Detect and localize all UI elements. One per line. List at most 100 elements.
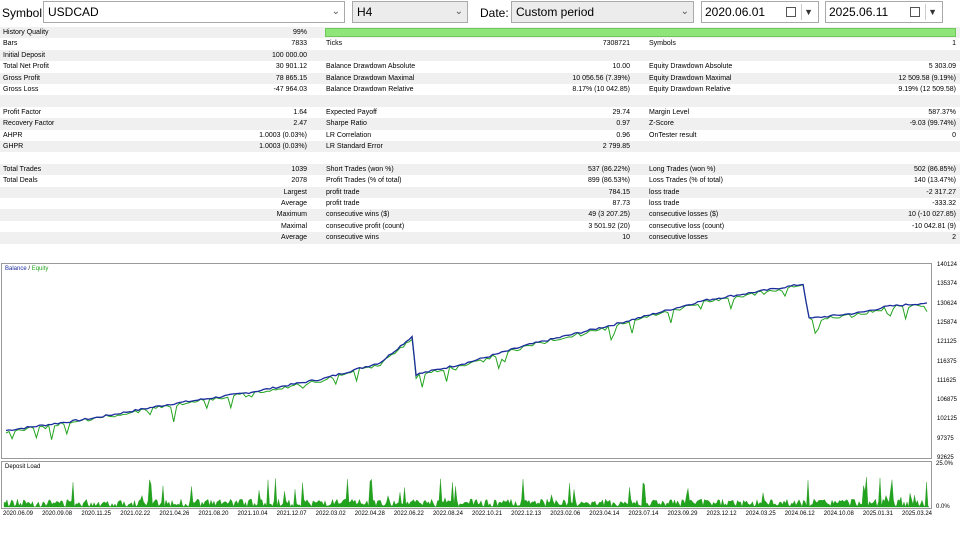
stats-row: [0, 152, 960, 163]
balance-y-tick: 140124: [937, 262, 958, 268]
stat-value: 12 509.58 (9.19%): [898, 74, 956, 82]
stat-label: Profit Factor: [3, 108, 42, 116]
stat-value: 30 901.12: [275, 63, 307, 71]
x-tick-label: 2021.10.04: [237, 511, 268, 517]
calendar-icon[interactable]: [910, 7, 920, 17]
x-tick-label: 2023.09.29: [667, 511, 698, 517]
balance-y-tick: 135374: [937, 281, 958, 288]
symbol-select[interactable]: USDCAD ⌄: [43, 1, 345, 23]
stat-label: Gross Loss: [3, 86, 39, 93]
dropdown-arrow-icon[interactable]: ▼: [804, 2, 813, 22]
stat-label: Balance Drawdown Maximal: [326, 74, 415, 82]
stats-row: Maximum consecutive wins ($) 49 (3 207.25)…: [0, 209, 960, 221]
date-label: Date:: [480, 6, 509, 20]
stat-label: Expected Payoff: [326, 108, 377, 116]
x-tick-label: 2022.04.28: [354, 511, 385, 517]
stat-value: 0.96: [616, 131, 630, 139]
stat-value: 87.73: [612, 200, 630, 207]
stat-label: Gross Profit: [3, 74, 40, 82]
chevron-down-icon: ⌄: [680, 6, 689, 17]
deposit-y-tick-max: 25.0%: [936, 461, 954, 467]
x-tick-label: 2025.01.31: [862, 511, 893, 517]
balance-y-tick: 111625: [937, 377, 957, 384]
stat-value: 2.47: [293, 120, 307, 128]
stat-label: loss trade: [649, 188, 680, 196]
x-tick-label: 2023.02.06: [550, 511, 581, 517]
chevron-down-icon: ⌄: [331, 6, 340, 17]
balance-y-tick: 121125: [937, 339, 957, 346]
stat-label: consecutive losses ($): [649, 211, 719, 219]
date-from-picker[interactable]: 2020.06.01 ▼: [701, 1, 819, 23]
chevron-down-icon: ⌄: [454, 6, 463, 17]
x-tick-label: 2024.06.12: [784, 511, 815, 517]
stats-row: Total Deals 2078 Profit Trades (% of total…: [0, 175, 960, 186]
stat-value: -10 042.81 (9): [912, 222, 956, 230]
symbol-value: USDCAD: [48, 5, 99, 19]
date-to-picker[interactable]: 2025.06.11 ▼: [825, 1, 943, 23]
stat-label: Equity Drawdown Maximal: [649, 74, 732, 82]
stat-label: Recovery Factor: [3, 120, 55, 128]
stat-label: Symbols: [649, 40, 676, 48]
stat-label: Total Net Profit: [3, 63, 49, 71]
calendar-icon[interactable]: [786, 7, 796, 17]
deposit-load-plot: [3, 477, 930, 508]
x-tick-label: 2021.08.20: [198, 511, 229, 517]
balance-y-tick: 116375: [937, 358, 957, 365]
stat-value: 1.0003 (0.03%): [259, 143, 307, 150]
balance-y-tick: 106875: [937, 397, 958, 404]
stat-value: 2: [952, 234, 956, 242]
stat-value: 1.64: [293, 108, 307, 116]
stat-label: GHPR: [3, 143, 24, 150]
stat-value: Largest: [283, 188, 307, 196]
stat-label: Z-Score: [649, 120, 674, 128]
stat-value: 7308721: [602, 40, 630, 48]
stat-label: AHPR: [3, 131, 23, 139]
x-tick-label: 2020.09.08: [42, 511, 73, 517]
x-tick-label: 2020.11.25: [81, 511, 111, 517]
stat-label: Total Trades: [3, 165, 42, 173]
history-quality-label: History Quality: [3, 29, 49, 36]
stat-label: Total Deals: [3, 177, 38, 185]
stat-value: 10 (-10 027.85): [908, 211, 956, 219]
timeframe-value: H4: [357, 5, 373, 19]
stat-value: Maximum: [276, 211, 307, 219]
stat-value: 78 865.15: [275, 74, 307, 82]
stat-value: 784.15: [608, 188, 630, 196]
stat-label: profit trade: [326, 188, 360, 196]
stats-row: Gross Loss -47 964.03 Balance Drawdown Rel…: [0, 84, 960, 95]
stat-value: Average: [281, 200, 307, 207]
stat-label: Sharpe Ratio: [326, 120, 367, 128]
balance-y-tick: 102125: [937, 416, 958, 423]
stats-row: Average profit trade 87.73 loss trade -333.3…: [0, 198, 960, 209]
stat-label: Equity Drawdown Relative: [649, 86, 731, 93]
x-tick-label: 2024.10.08: [823, 511, 854, 517]
stat-value: 0.97: [616, 120, 630, 128]
dropdown-arrow-icon[interactable]: ▼: [928, 2, 937, 22]
x-tick-label: 2024.03.25: [745, 511, 776, 517]
stat-value: 1039: [291, 165, 307, 173]
stats-row: Bars 7833 Ticks 7308721 Symbols 1: [0, 38, 960, 49]
stat-value: 7833: [291, 40, 307, 48]
stat-label: Long Trades (won %): [649, 165, 716, 173]
x-tick-label: 2023.04.14: [589, 511, 620, 517]
x-tick-label: 2021.12.07: [276, 511, 307, 517]
stat-label: Initial Deposit: [3, 51, 46, 59]
balance-y-tick: 125874: [937, 319, 958, 326]
balance-chart: Balance / Equity: [1, 263, 932, 459]
stat-value: -47 964.03: [273, 86, 307, 93]
stat-label: consecutive loss (count): [649, 222, 725, 230]
stat-label: consecutive losses: [649, 234, 708, 242]
stats-row: Maximal consecutive profit (count) 3 501.9…: [0, 221, 960, 232]
balance-y-tick: 97375: [937, 435, 954, 442]
timeframe-select[interactable]: H4 ⌄: [352, 1, 468, 23]
stat-label: Balance Drawdown Relative: [326, 86, 414, 93]
stat-value: -333.32: [932, 200, 956, 207]
stat-value: 3 501.92 (20): [588, 222, 630, 230]
balance-equity-plot: [5, 283, 928, 440]
period-select[interactable]: Custom period ⌄: [511, 1, 694, 23]
stats-row: Profit Factor 1.64 Expected Payoff 29.74 Mar…: [0, 107, 960, 118]
deposit-y-tick-min: 0.0%: [936, 504, 950, 510]
stat-value: Maximal: [280, 222, 307, 230]
x-tick-label: 2022.12.13: [511, 511, 542, 517]
equity-line: [5, 284, 928, 440]
